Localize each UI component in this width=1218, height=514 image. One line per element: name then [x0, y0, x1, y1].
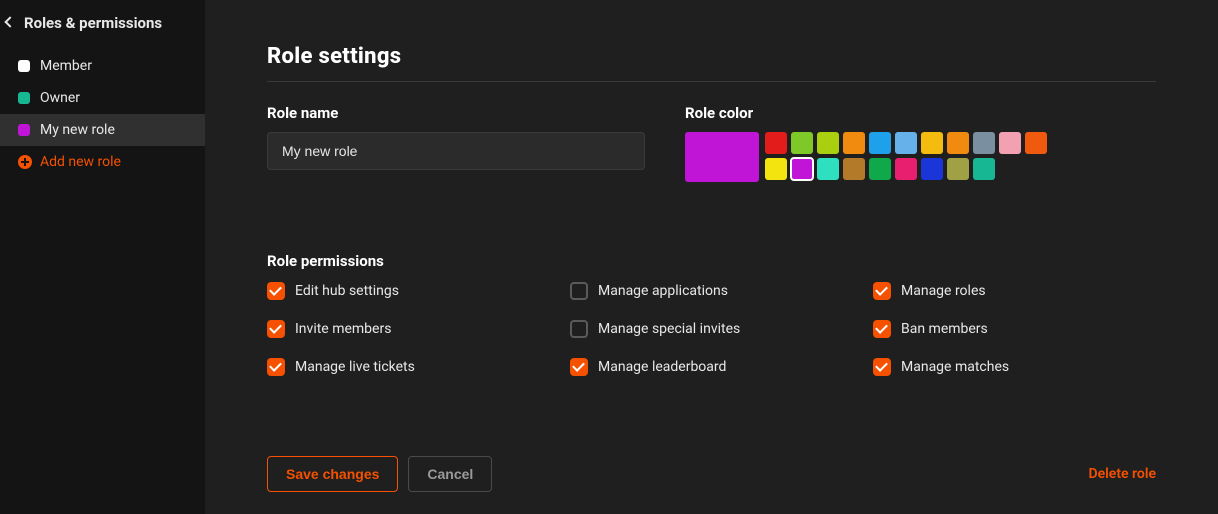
color-swatch[interactable] [869, 158, 891, 180]
page-title: Role settings [267, 44, 1156, 82]
color-swatch[interactable] [817, 132, 839, 154]
color-swatch[interactable] [791, 158, 813, 180]
color-swatch[interactable] [843, 132, 865, 154]
permission-label: Edit hub settings [295, 283, 399, 299]
permission-checkbox[interactable] [873, 282, 891, 300]
permission-item[interactable]: Manage applications [570, 282, 853, 300]
role-name-group: Role name [267, 104, 645, 182]
roles-list: Member Owner My new role [0, 50, 205, 146]
color-swatch[interactable] [791, 132, 813, 154]
color-swatch[interactable] [947, 132, 969, 154]
delete-role-link[interactable]: Delete role [1089, 466, 1156, 482]
color-swatch-grid [765, 132, 1047, 182]
sidebar: Roles & permissions Member Owner My new ro… [0, 0, 205, 514]
permission-checkbox[interactable] [570, 358, 588, 376]
color-swatch[interactable] [765, 132, 787, 154]
cancel-label: Cancel [427, 466, 473, 482]
permission-label: Manage matches [901, 359, 1009, 375]
permission-item[interactable]: Manage live tickets [267, 358, 550, 376]
role-color-chip [18, 124, 30, 136]
back-icon[interactable] [6, 18, 12, 28]
permission-checkbox[interactable] [267, 320, 285, 338]
save-button[interactable]: Save changes [267, 456, 398, 492]
permission-checkbox[interactable] [267, 282, 285, 300]
permissions-title: Role permissions [267, 252, 1156, 270]
permission-item[interactable]: Manage special invites [570, 320, 853, 338]
permission-item[interactable]: Manage leaderboard [570, 358, 853, 376]
permission-item[interactable]: Invite members [267, 320, 550, 338]
permission-checkbox[interactable] [873, 358, 891, 376]
main-content: Role settings Role name Role color Role … [205, 0, 1218, 514]
settings-row: Role name Role color [267, 104, 1156, 182]
permission-label: Invite members [295, 321, 391, 337]
permission-item[interactable]: Ban members [873, 320, 1156, 338]
role-item[interactable]: Member [0, 50, 205, 82]
role-item-label: Member [40, 58, 92, 74]
permission-checkbox[interactable] [873, 320, 891, 338]
permission-label: Manage roles [901, 283, 986, 299]
sidebar-title: Roles & permissions [24, 14, 162, 32]
permission-checkbox[interactable] [267, 358, 285, 376]
role-name-input[interactable] [267, 132, 645, 170]
color-swatch[interactable] [895, 158, 917, 180]
cancel-button[interactable]: Cancel [408, 456, 492, 492]
permissions-section: Role permissions Edit hub settings Manage… [267, 252, 1156, 376]
permissions-grid: Edit hub settings Manage applications Mana… [267, 282, 1156, 376]
role-color-label: Role color [685, 104, 1047, 122]
add-role-label: Add new role [40, 154, 121, 170]
selected-color-swatch [685, 132, 759, 182]
permission-label: Manage special invites [598, 321, 740, 337]
color-swatch[interactable] [973, 158, 995, 180]
color-swatch[interactable] [895, 132, 917, 154]
role-item[interactable]: Owner [0, 82, 205, 114]
color-swatch[interactable] [817, 158, 839, 180]
permission-item[interactable]: Manage matches [873, 358, 1156, 376]
permission-checkbox[interactable] [570, 320, 588, 338]
color-swatch[interactable] [921, 132, 943, 154]
sidebar-header[interactable]: Roles & permissions [0, 0, 205, 42]
permission-label: Manage live tickets [295, 359, 415, 375]
color-swatch[interactable] [921, 158, 943, 180]
color-swatch[interactable] [869, 132, 891, 154]
role-color-chip [18, 92, 30, 104]
permission-item[interactable]: Manage roles [873, 282, 1156, 300]
save-label: Save changes [286, 466, 379, 482]
color-swatch[interactable] [999, 132, 1021, 154]
permission-label: Manage applications [598, 283, 728, 299]
role-item-label: My new role [40, 122, 115, 138]
add-role-button[interactable]: Add new role [0, 146, 205, 178]
color-swatch[interactable] [947, 158, 969, 180]
footer-actions: Save changes Cancel Delete role [267, 456, 1156, 492]
color-swatch[interactable] [843, 158, 865, 180]
role-color-group: Role color [685, 104, 1047, 182]
color-swatch[interactable] [765, 158, 787, 180]
permission-label: Manage leaderboard [598, 359, 726, 375]
permission-checkbox[interactable] [570, 282, 588, 300]
role-item[interactable]: My new role [0, 114, 205, 146]
role-item-label: Owner [40, 90, 80, 106]
permission-item[interactable]: Edit hub settings [267, 282, 550, 300]
permission-label: Ban members [901, 321, 988, 337]
color-swatch[interactable] [1025, 132, 1047, 154]
color-swatch[interactable] [973, 132, 995, 154]
plus-circle-icon [18, 155, 32, 169]
color-area [685, 132, 1047, 182]
role-color-chip [18, 60, 30, 72]
role-name-label: Role name [267, 104, 645, 122]
